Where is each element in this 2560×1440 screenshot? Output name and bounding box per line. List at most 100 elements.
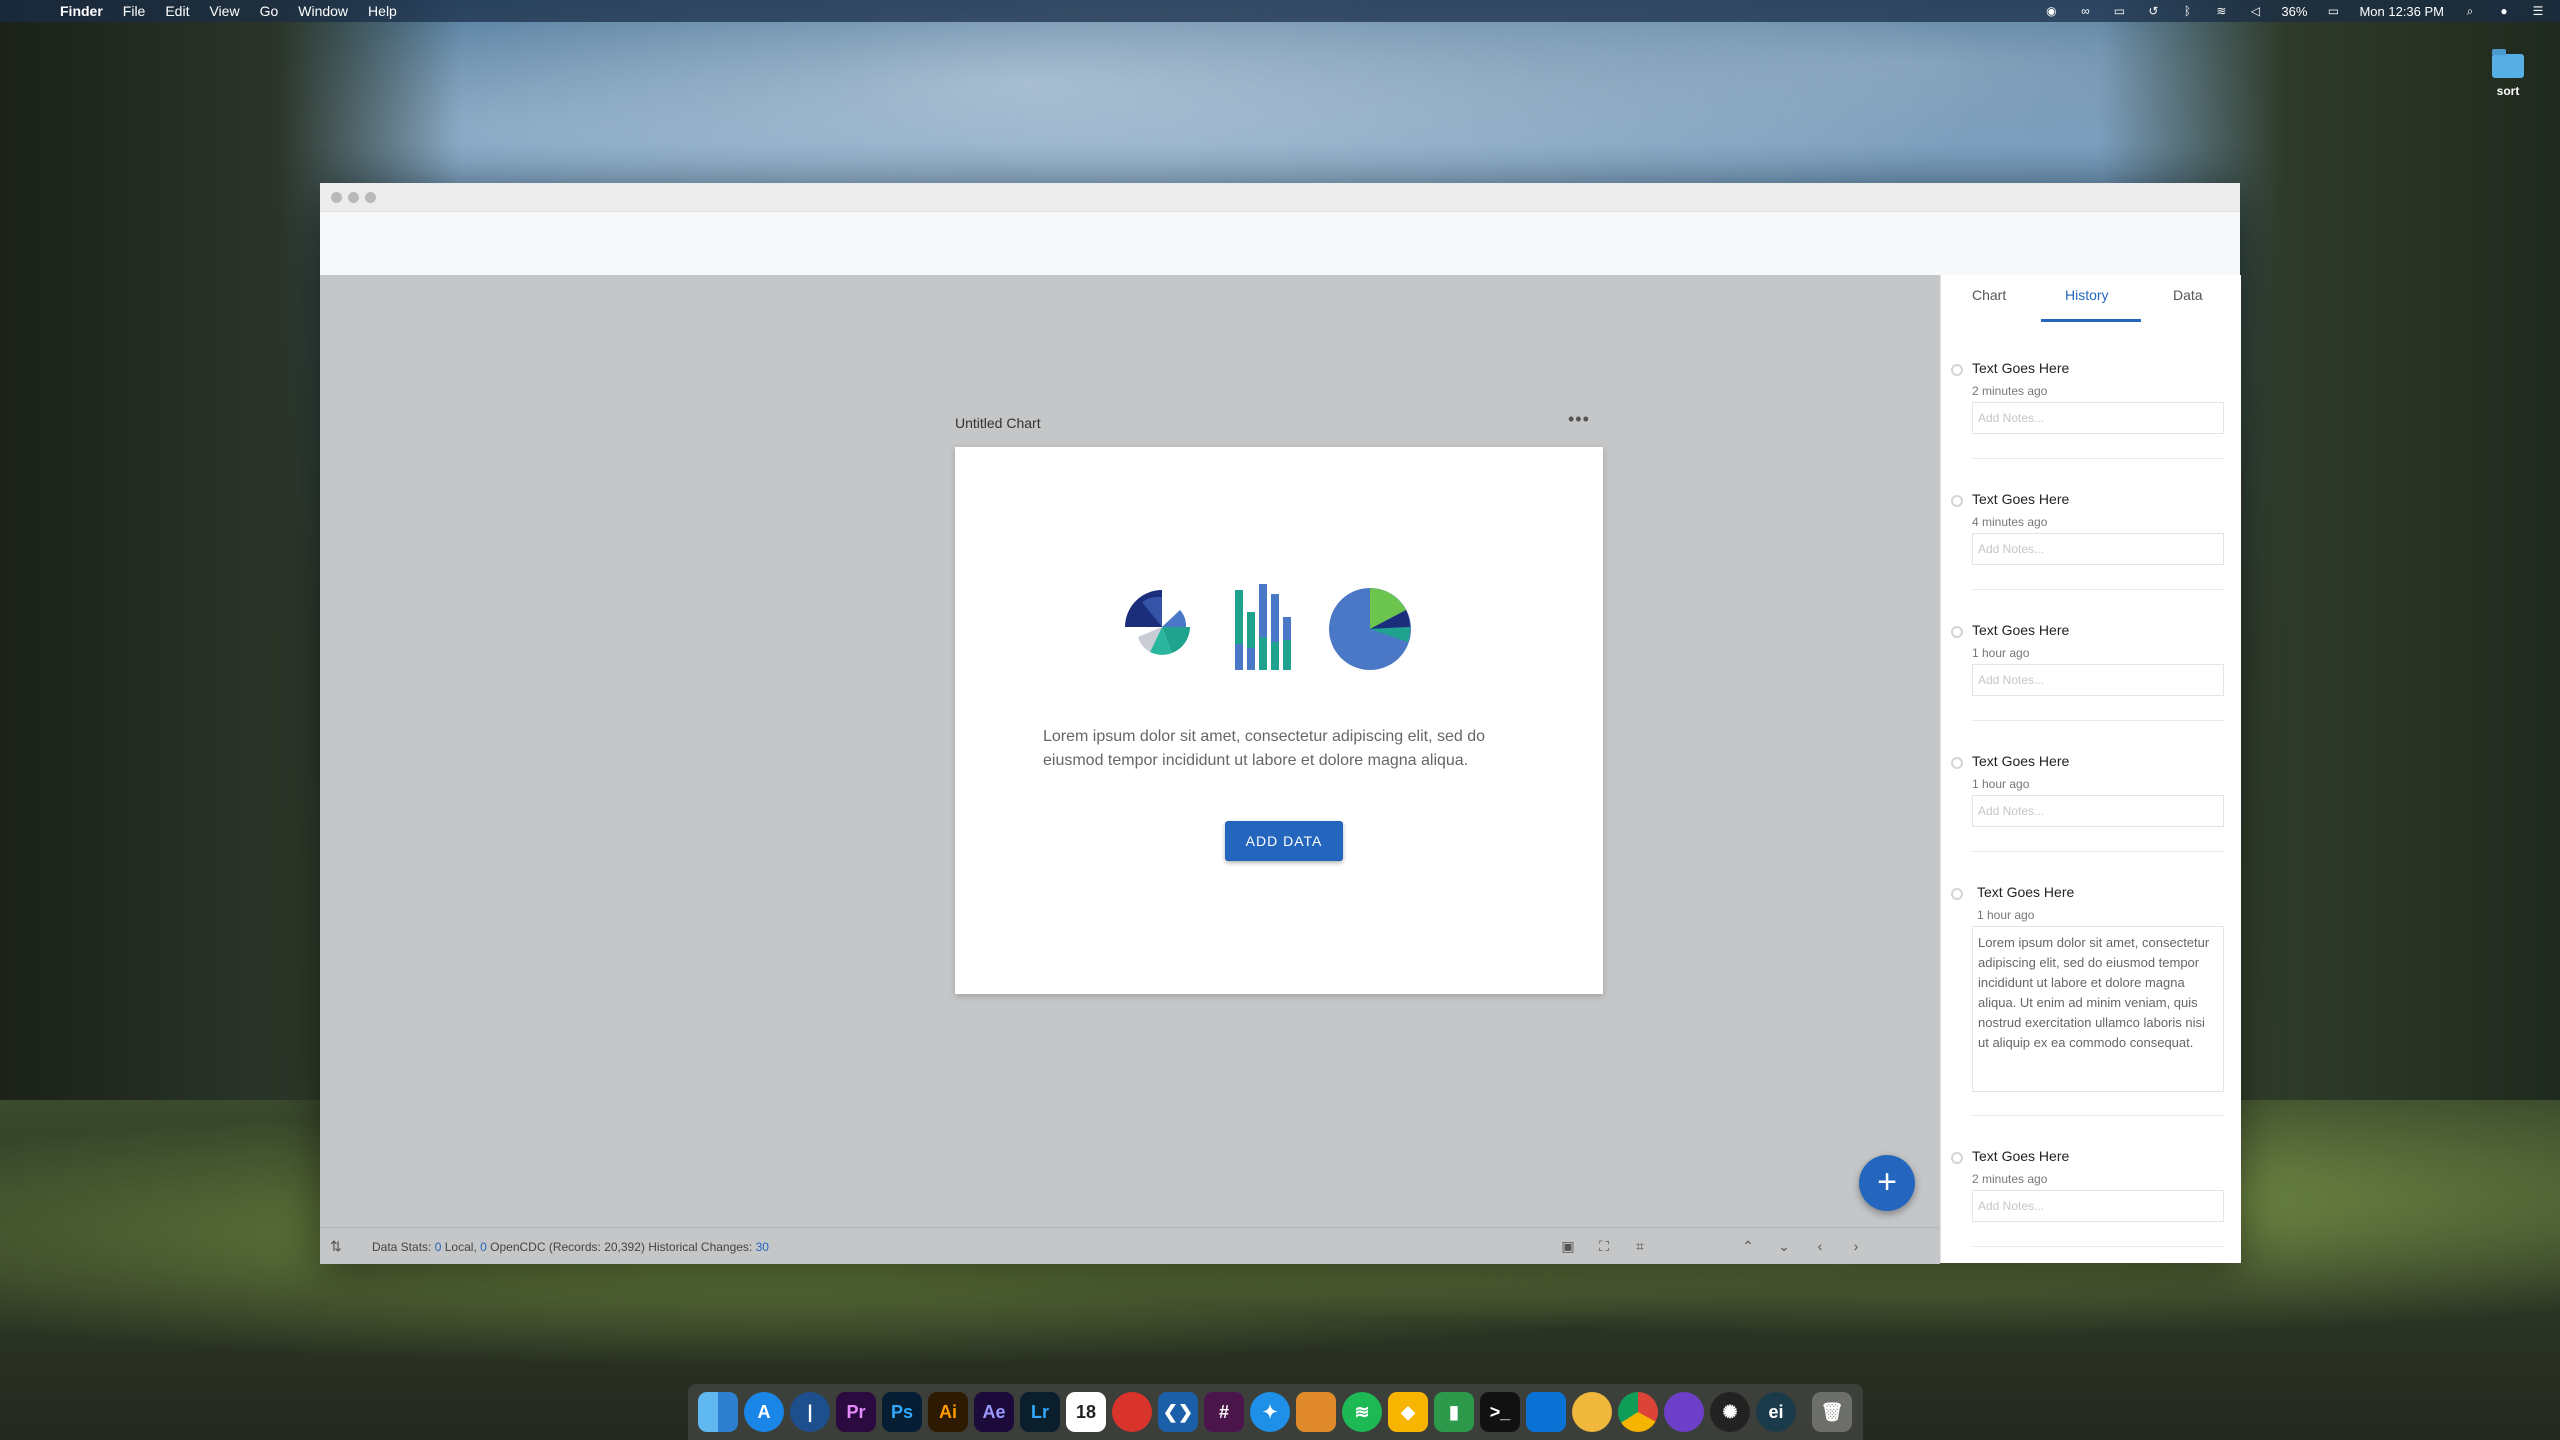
battery-percent[interactable]: 36%	[2281, 4, 2307, 19]
menu-finder[interactable]: Finder	[60, 3, 103, 19]
history-item-time: 2 minutes ago	[1972, 384, 2048, 398]
battery-icon[interactable]: ▭	[2325, 4, 2341, 18]
status-menus: ◉ ∞ ▭ ↺ ᛒ ≋ ◁ 36% ▭ Mon 12:36 PM ⌕ ● ☰	[2043, 0, 2546, 22]
fit-screen-icon[interactable]: ⌗	[1632, 1238, 1648, 1254]
wifi-icon[interactable]: ≋	[2213, 4, 2229, 18]
electron-icon[interactable]: ei	[1756, 1392, 1796, 1432]
chart-canvas: Untitled Chart ••• Lorem ipsum dolor sit…	[320, 275, 1940, 1227]
history-item-title: Text Goes Here	[1972, 491, 2070, 507]
cyberduck-icon[interactable]	[1572, 1392, 1612, 1432]
finder-icon[interactable]	[698, 1392, 738, 1432]
add-notes-input[interactable]: Add Notes...	[1972, 533, 2224, 565]
calendar-icon[interactable]: 18	[1066, 1392, 1106, 1432]
chevron-left-icon[interactable]: ‹	[1812, 1238, 1828, 1254]
chevron-right-icon[interactable]: ›	[1848, 1238, 1864, 1254]
illustrator-icon[interactable]: Ai	[928, 1392, 968, 1432]
image-icon[interactable]: ▣	[1560, 1238, 1576, 1254]
tab-data[interactable]: Data	[2173, 287, 2203, 303]
spotify-icon[interactable]: ≋	[1342, 1392, 1382, 1432]
onepassword-menu-icon[interactable]: ◉	[2043, 4, 2059, 18]
add-notes-input[interactable]: Add Notes...	[1972, 664, 2224, 696]
chart-types-illustration	[1125, 584, 1411, 670]
chrome-icon[interactable]	[1618, 1392, 1658, 1432]
numbers-icon[interactable]: ▮	[1434, 1392, 1474, 1432]
menu-file[interactable]: File	[123, 3, 146, 19]
bluetooth-icon[interactable]: ᛒ	[2179, 4, 2195, 18]
menu-help[interactable]: Help	[368, 3, 397, 19]
history-item-time: 2 minutes ago	[1972, 1172, 2048, 1186]
menu-bar: Finder File Edit View Go Window Help ◉ ∞…	[0, 0, 2560, 22]
glasses-menu-icon[interactable]: ∞	[2077, 4, 2093, 18]
history-item-time: 1 hour ago	[1972, 777, 2030, 791]
zoom-window-button[interactable]	[365, 192, 376, 203]
chevron-up-icon[interactable]: ⌃	[1740, 1238, 1756, 1254]
window-titlebar[interactable]	[320, 183, 2240, 212]
sort-toggle-icon[interactable]: ⇅	[328, 1238, 344, 1254]
timeline-dot-icon	[1951, 757, 1963, 769]
time-machine-icon[interactable]: ↺	[2145, 4, 2161, 18]
premiere-icon[interactable]: Pr	[836, 1392, 876, 1432]
menu-view[interactable]: View	[209, 3, 239, 19]
local-count[interactable]: 0	[435, 1240, 442, 1254]
affinity-icon[interactable]	[1112, 1392, 1152, 1432]
add-fab-button[interactable]: +	[1859, 1155, 1915, 1211]
history-item-time: 1 hour ago	[1977, 908, 2035, 922]
history-item-title: Text Goes Here	[1977, 884, 2075, 900]
tab-history[interactable]: History	[2065, 287, 2109, 303]
history-divider	[1972, 589, 2224, 590]
historical-changes-count[interactable]: 30	[756, 1240, 769, 1254]
close-window-button[interactable]	[331, 192, 342, 203]
menu-edit[interactable]: Edit	[165, 3, 189, 19]
timeline-dot-icon	[1951, 888, 1963, 900]
vscode-icon[interactable]: ❮❯	[1158, 1392, 1198, 1432]
safari-icon[interactable]: ✦	[1250, 1392, 1290, 1432]
github-icon[interactable]	[1664, 1392, 1704, 1432]
app-store-icon[interactable]: A	[744, 1392, 784, 1432]
transmit-icon[interactable]	[1296, 1392, 1336, 1432]
menu-clock[interactable]: Mon 12:36 PM	[2359, 4, 2444, 19]
history-item-title: Text Goes Here	[1972, 1148, 2070, 1164]
side-panel: Chart History Data Text Goes Here 2 minu…	[1940, 275, 2241, 1263]
data-stats: Data Stats: 0 Local, 0 OpenCDC (Records:…	[372, 1240, 769, 1254]
bar-chart-icon	[1235, 584, 1291, 670]
panel-tabs: Chart History Data	[1941, 275, 2241, 323]
minimize-window-button[interactable]	[348, 192, 359, 203]
data-stats-prefix: Data Stats:	[372, 1240, 432, 1254]
trash-icon[interactable]: 🗑	[1812, 1392, 1852, 1432]
more-options-icon[interactable]: •••	[1568, 409, 1590, 430]
active-tab-indicator	[2041, 319, 2141, 322]
history-notes-text[interactable]: Lorem ipsum dolor sit amet, consectetur …	[1972, 926, 2224, 1092]
history-divider	[1972, 458, 2224, 459]
fullscreen-icon[interactable]: ⛶	[1596, 1238, 1612, 1254]
notification-center-icon[interactable]: ☰	[2530, 4, 2546, 18]
history-divider	[1972, 851, 2224, 852]
airplay-icon[interactable]: ▭	[2111, 4, 2127, 18]
sketch-icon[interactable]: ◆	[1388, 1392, 1428, 1432]
terminal-icon[interactable]: >_	[1480, 1392, 1520, 1432]
add-notes-input[interactable]: Add Notes...	[1972, 402, 2224, 434]
add-data-button[interactable]: ADD DATA	[1225, 821, 1343, 861]
spotlight-search-icon[interactable]: ⌕	[2462, 4, 2478, 18]
polar-chart-icon	[1125, 590, 1190, 655]
1password-icon[interactable]: |	[790, 1392, 830, 1432]
empty-chart-description: Lorem ipsum dolor sit amet, consectetur …	[1043, 728, 1485, 769]
volume-icon[interactable]: ◁	[2247, 4, 2263, 18]
chevron-down-icon[interactable]: ⌄	[1776, 1238, 1792, 1254]
framer-icon[interactable]	[1526, 1392, 1566, 1432]
menu-go[interactable]: Go	[260, 3, 279, 19]
opencdc-label: OpenCDC (Records: 20,392) Historical Cha…	[490, 1240, 753, 1254]
after-effects-icon[interactable]: Ae	[974, 1392, 1014, 1432]
opencdc-count[interactable]: 0	[480, 1240, 487, 1254]
history-divider	[1972, 1246, 2224, 1247]
history-item-time: 1 hour ago	[1972, 646, 2030, 660]
desktop-folder-sort[interactable]: sort	[2490, 49, 2526, 98]
photoshop-icon[interactable]: Ps	[882, 1392, 922, 1432]
slack-icon[interactable]: #	[1204, 1392, 1244, 1432]
add-notes-input[interactable]: Add Notes...	[1972, 795, 2224, 827]
menu-window[interactable]: Window	[298, 3, 348, 19]
lightroom-icon[interactable]: Lr	[1020, 1392, 1060, 1432]
add-notes-input[interactable]: Add Notes...	[1972, 1190, 2224, 1222]
tab-chart[interactable]: Chart	[1972, 287, 2006, 303]
siri-menu-icon[interactable]: ●	[2496, 4, 2512, 18]
siri-icon[interactable]: ✺	[1710, 1392, 1750, 1432]
